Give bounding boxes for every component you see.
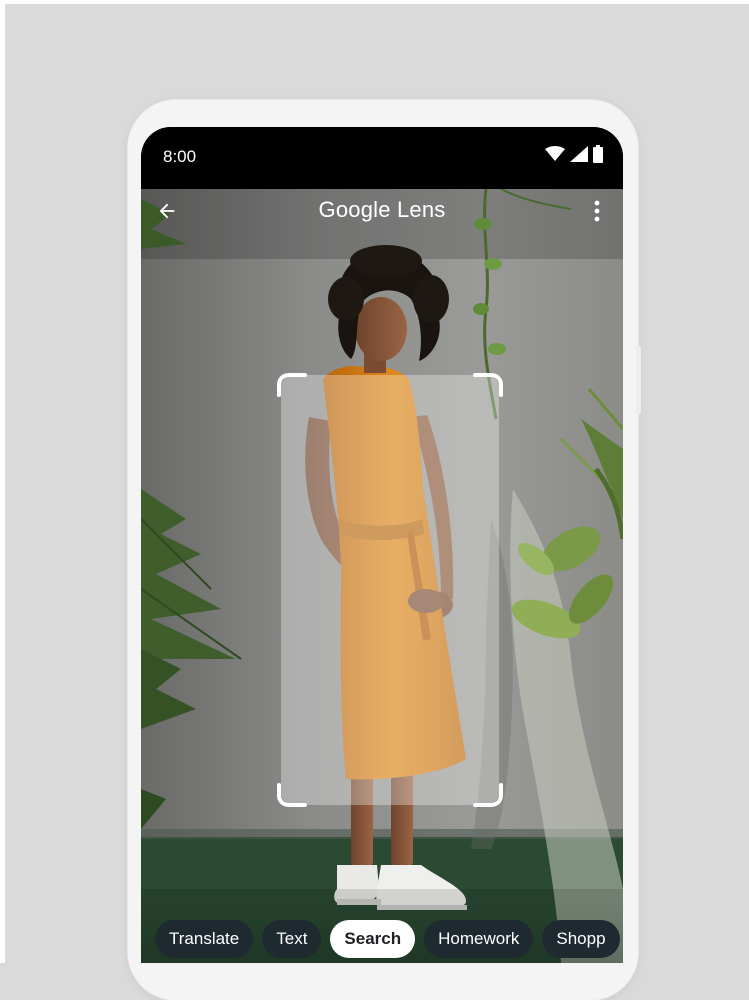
more-vert-icon bbox=[594, 200, 600, 222]
page-border bbox=[0, 0, 749, 4]
mode-selector-bar: Translate Text Search Homework Shopp bbox=[141, 903, 623, 963]
wifi-icon bbox=[545, 146, 565, 161]
app-bar: Google Lens bbox=[141, 189, 623, 233]
status-icons bbox=[545, 145, 603, 163]
app-title: Google Lens bbox=[318, 197, 446, 222]
mode-chip-translate[interactable]: Translate bbox=[155, 920, 254, 958]
camera-viewfinder[interactable] bbox=[141, 189, 623, 963]
selection-box[interactable] bbox=[277, 373, 503, 807]
camera-scene bbox=[141, 189, 623, 963]
more-options-button[interactable] bbox=[585, 195, 609, 227]
phone-side-button bbox=[636, 345, 641, 415]
cellular-signal-icon bbox=[570, 146, 588, 162]
page-border bbox=[0, 0, 5, 963]
battery-icon bbox=[593, 145, 603, 163]
mode-chip-shopping[interactable]: Shopp bbox=[542, 920, 620, 958]
phone-screen: 8:00 Google Lens Translate Text Search H… bbox=[141, 127, 623, 963]
mode-chip-homework[interactable]: Homework bbox=[424, 920, 534, 958]
mode-chip-search[interactable]: Search bbox=[330, 920, 416, 958]
mode-chips: Translate Text Search Homework Shopp bbox=[155, 920, 620, 958]
status-bar: 8:00 bbox=[141, 127, 623, 189]
mode-chip-text[interactable]: Text bbox=[262, 920, 322, 958]
status-time: 8:00 bbox=[163, 147, 197, 166]
